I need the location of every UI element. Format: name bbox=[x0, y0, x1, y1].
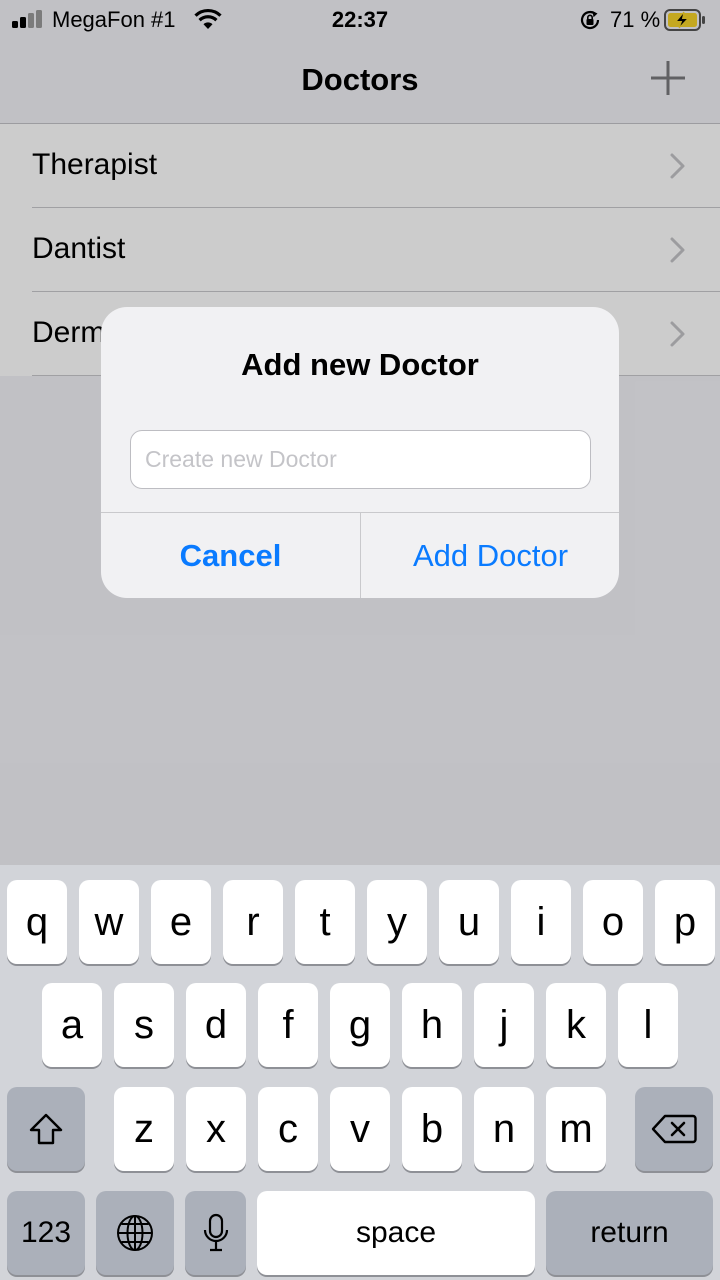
dictation-key[interactable] bbox=[185, 1191, 246, 1275]
key-o[interactable]: o bbox=[583, 880, 643, 964]
key-j[interactable]: j bbox=[474, 983, 534, 1067]
backspace-icon bbox=[651, 1114, 697, 1144]
key-t[interactable]: t bbox=[295, 880, 355, 964]
key-s[interactable]: s bbox=[114, 983, 174, 1067]
space-key[interactable]: space bbox=[257, 1191, 535, 1275]
key-b[interactable]: b bbox=[402, 1087, 462, 1171]
key-d[interactable]: d bbox=[186, 983, 246, 1067]
key-n[interactable]: n bbox=[474, 1087, 534, 1171]
shift-key[interactable] bbox=[7, 1087, 85, 1171]
key-p[interactable]: p bbox=[655, 880, 715, 964]
key-u[interactable]: u bbox=[439, 880, 499, 964]
add-doctor-button[interactable]: Add Doctor bbox=[361, 513, 619, 598]
cancel-button[interactable]: Cancel bbox=[101, 513, 360, 598]
key-y[interactable]: y bbox=[367, 880, 427, 964]
key-g[interactable]: g bbox=[330, 983, 390, 1067]
key-e[interactable]: e bbox=[151, 880, 211, 964]
key-c[interactable]: c bbox=[258, 1087, 318, 1171]
microphone-icon bbox=[203, 1213, 228, 1252]
key-l[interactable]: l bbox=[618, 983, 678, 1067]
key-a[interactable]: a bbox=[42, 983, 102, 1067]
key-h[interactable]: h bbox=[402, 983, 462, 1067]
key-m[interactable]: m bbox=[546, 1087, 606, 1171]
numbers-key[interactable]: 123 bbox=[7, 1191, 85, 1275]
globe-icon bbox=[117, 1215, 153, 1251]
return-key[interactable]: return bbox=[546, 1191, 713, 1275]
key-r[interactable]: r bbox=[223, 880, 283, 964]
key-f[interactable]: f bbox=[258, 983, 318, 1067]
key-z[interactable]: z bbox=[114, 1087, 174, 1171]
keyboard: q w e r t y u i o p a s d f g h j k l z … bbox=[0, 865, 720, 1280]
alert-title: Add new Doctor bbox=[241, 347, 479, 382]
shift-icon bbox=[29, 1113, 63, 1145]
add-doctor-alert: Add new Doctor Cancel Add Doctor bbox=[101, 307, 619, 598]
delete-key[interactable] bbox=[635, 1087, 713, 1171]
key-v[interactable]: v bbox=[330, 1087, 390, 1171]
key-i[interactable]: i bbox=[511, 880, 571, 964]
key-q[interactable]: q bbox=[7, 880, 67, 964]
key-x[interactable]: x bbox=[186, 1087, 246, 1171]
globe-key[interactable] bbox=[96, 1191, 174, 1275]
doctor-name-input[interactable] bbox=[130, 430, 591, 489]
key-k[interactable]: k bbox=[546, 983, 606, 1067]
key-w[interactable]: w bbox=[79, 880, 139, 964]
